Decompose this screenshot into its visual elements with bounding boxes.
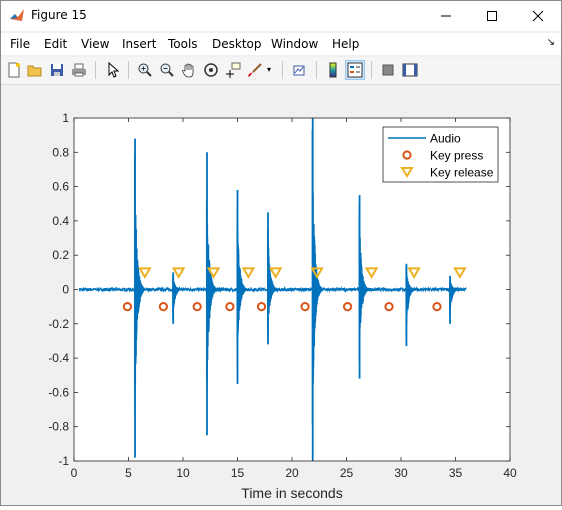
hide-plot-tools-button[interactable] bbox=[378, 60, 398, 80]
x-axis-label: Time in seconds bbox=[241, 485, 342, 501]
y-tick-label: -0.8 bbox=[48, 420, 69, 434]
brush-icon bbox=[248, 63, 262, 77]
link-plot-button[interactable] bbox=[290, 60, 310, 80]
zoom-out-icon bbox=[160, 63, 174, 77]
open-file-button[interactable] bbox=[25, 60, 45, 80]
y-tick-label: 1 bbox=[62, 111, 69, 125]
minimize-icon bbox=[441, 15, 451, 17]
maximize-button[interactable] bbox=[469, 1, 515, 31]
legend[interactable]: Audio Key press Key release bbox=[382, 126, 499, 183]
x-tick-label: 0 bbox=[71, 466, 78, 480]
menu-tools[interactable]: Tools bbox=[168, 37, 198, 51]
legend-key-press-label: Key press bbox=[430, 149, 483, 163]
dock-arrow-icon[interactable]: ↘ bbox=[547, 37, 555, 48]
show-plot-tools-icon bbox=[402, 63, 418, 77]
x-tick-label: 10 bbox=[176, 466, 190, 480]
toolbar-separator bbox=[316, 61, 317, 79]
x-tick-label: 30 bbox=[394, 466, 408, 480]
menu-help[interactable]: Help bbox=[332, 37, 359, 51]
save-button[interactable] bbox=[47, 60, 67, 80]
colorbar-icon bbox=[329, 62, 337, 78]
y-tick-label: -0.4 bbox=[48, 351, 69, 365]
figure-toolbar: ▾ bbox=[1, 57, 561, 85]
y-tick-label: 0.2 bbox=[52, 248, 69, 262]
edit-plot-arrow-icon bbox=[108, 62, 120, 78]
minimize-button[interactable] bbox=[423, 1, 469, 31]
hide-plot-tools-icon bbox=[382, 64, 394, 76]
edit-plot-button[interactable] bbox=[103, 60, 123, 80]
x-tick-label: 35 bbox=[449, 466, 463, 480]
data-cursor-icon bbox=[226, 62, 241, 78]
data-cursor-button[interactable] bbox=[223, 60, 243, 80]
print-icon bbox=[72, 63, 86, 77]
menu-file[interactable]: File bbox=[10, 37, 30, 51]
x-tick-label: 15 bbox=[231, 466, 245, 480]
window-title: Figure 15 bbox=[31, 8, 87, 22]
brush-button[interactable] bbox=[245, 60, 265, 80]
menu-insert[interactable]: Insert bbox=[122, 37, 156, 51]
menu-desktop[interactable]: Desktop bbox=[212, 37, 262, 51]
link-plot-icon bbox=[293, 65, 305, 76]
menu-bar: File Edit View Insert Tools Desktop Wind… bbox=[1, 33, 561, 55]
zoom-in-button[interactable] bbox=[135, 60, 155, 80]
menu-view[interactable]: View bbox=[81, 37, 109, 51]
y-tick-label: -0.2 bbox=[48, 317, 69, 331]
zoom-in-icon bbox=[138, 63, 152, 77]
close-button[interactable] bbox=[515, 1, 561, 31]
save-icon bbox=[51, 64, 63, 76]
new-figure-icon bbox=[8, 62, 20, 78]
zoom-out-button[interactable] bbox=[157, 60, 177, 80]
close-icon bbox=[532, 10, 544, 22]
toolbar-separator bbox=[282, 61, 283, 79]
toolbar-separator bbox=[371, 61, 372, 79]
rotate-3d-button[interactable] bbox=[201, 60, 221, 80]
figure-canvas: 0 5 10 15 20 25 30 35 40 -1 -0.8 -0.6 -0.4 -0.2 0 0.2 0.… bbox=[1, 85, 561, 505]
y-tick-label: 0.4 bbox=[52, 214, 69, 228]
x-tick-label: 40 bbox=[503, 466, 517, 480]
chart-svg: 0 5 10 15 20 25 30 35 40 -1 -0.8 -0.6 -0.4 -0.2 0 0.2 0.… bbox=[48, 111, 517, 501]
figure-window: Figure 15 File Edit View Insert Tools De… bbox=[0, 0, 562, 506]
rotate-3d-icon bbox=[204, 63, 218, 77]
maximize-icon bbox=[487, 11, 497, 21]
x-tick-label: 20 bbox=[285, 466, 299, 480]
show-plot-tools-button[interactable] bbox=[400, 60, 420, 80]
legend-icon bbox=[347, 62, 363, 78]
brush-dropdown-icon[interactable]: ▾ bbox=[267, 65, 271, 74]
print-button[interactable] bbox=[69, 60, 89, 80]
legend-audio-label: Audio bbox=[430, 132, 461, 146]
open-file-icon bbox=[27, 65, 42, 77]
legend-key-release-label: Key release bbox=[430, 166, 494, 180]
matlab-logo-icon bbox=[10, 9, 24, 21]
y-tick-label: 0.8 bbox=[52, 145, 69, 159]
y-tick-label: 0 bbox=[62, 283, 69, 297]
pan-button[interactable] bbox=[179, 60, 199, 80]
x-tick-label: 25 bbox=[340, 466, 354, 480]
title-bar[interactable]: Figure 15 bbox=[1, 1, 561, 31]
colorbar-button[interactable] bbox=[323, 60, 343, 80]
menu-edit[interactable]: Edit bbox=[44, 37, 67, 51]
new-figure-button[interactable] bbox=[4, 60, 24, 80]
y-tick-label: 0.6 bbox=[52, 180, 69, 194]
toolbar-separator bbox=[95, 61, 96, 79]
toolbar-separator bbox=[128, 61, 129, 79]
pan-hand-icon bbox=[182, 63, 194, 78]
x-tick-label: 5 bbox=[125, 466, 132, 480]
menu-window[interactable]: Window bbox=[271, 37, 318, 51]
y-tick-label: -0.6 bbox=[48, 385, 69, 399]
y-tick-label: -1 bbox=[58, 454, 69, 468]
legend-button[interactable] bbox=[345, 60, 365, 80]
